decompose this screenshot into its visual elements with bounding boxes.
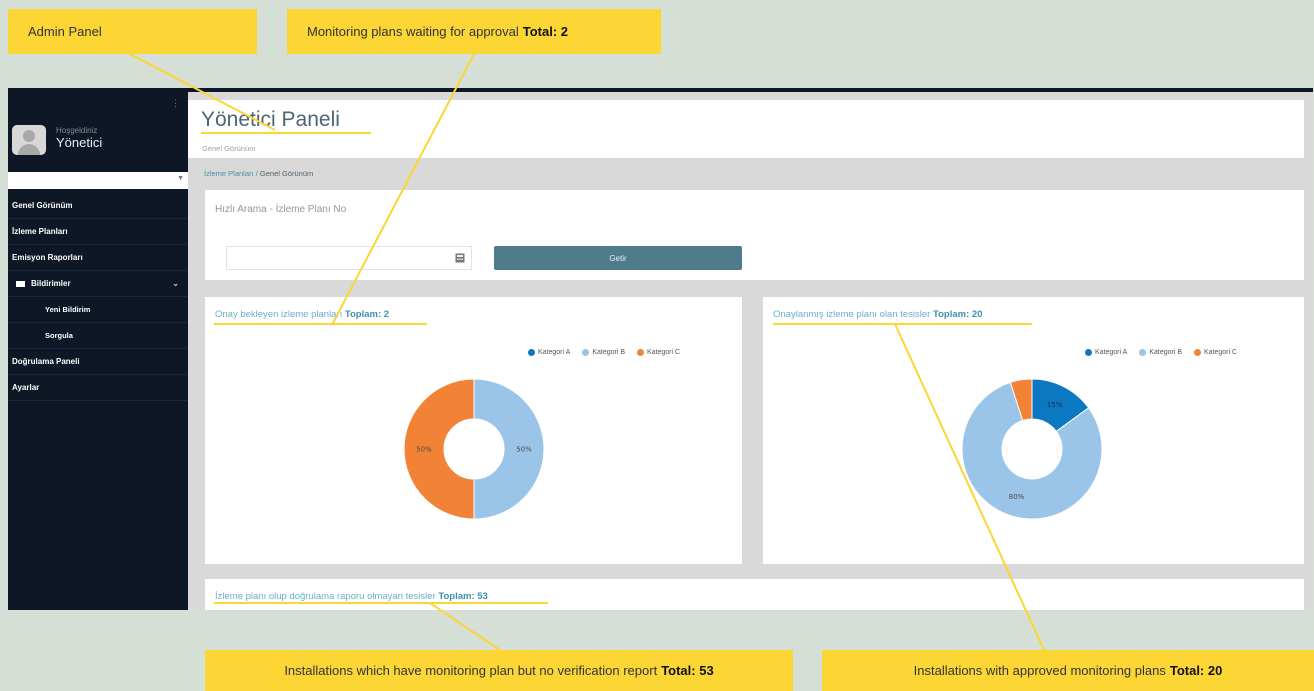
approved-plans-panel: Onaylanmış izleme planı olan tesisler To… (763, 297, 1304, 564)
no-report-title: İzleme planı olup doğrulama raporu olmay… (215, 591, 488, 602)
folder-icon (16, 280, 25, 287)
plan-number-input[interactable] (226, 246, 472, 270)
sidebar-item-emisyon-raporlari[interactable]: Emisyon Raporları (8, 245, 188, 271)
callout-no-verification-label: Installations which have monitoring plan… (284, 663, 658, 678)
user-name: Yönetici (56, 135, 103, 150)
breadcrumb-current: Genel Görünüm (259, 169, 314, 178)
callout-no-verification-total: Total: 53 (661, 663, 714, 678)
sidebar-item-sorgula[interactable]: Sorgula (8, 323, 188, 349)
sidebar-item-label: Bildirimler (31, 279, 71, 288)
pending-plans-total: Toplam: 2 (344, 309, 390, 320)
fetch-button[interactable]: Getir (494, 246, 742, 270)
sidebar-toggle-icon[interactable]: ⋮ (171, 98, 180, 109)
chart-legend: Kategori A Kategori B Kategori C (528, 349, 680, 356)
sidebar-item-bildirimler[interactable]: Bildirimler ⌄ (8, 271, 188, 297)
sidebar-item-label: Sorgula (45, 331, 73, 340)
sidebar-item-label: Genel Görünüm (12, 201, 73, 210)
legend-label: Kategori C (647, 349, 681, 356)
sidebar-item-izleme-planlari[interactable]: İzleme Planları (8, 219, 188, 245)
app-window: ⋮ Hoşgeldiniz Yönetici ▼ Genel Görünüm İ… (8, 88, 1313, 610)
approved-plans-title-text: Onaylanmış izleme planı olan tesisler (773, 309, 931, 320)
donut-label-kategori-c: 50% (416, 446, 432, 454)
page-title: Yönetici Paneli (201, 108, 340, 131)
callout-waiting-plans-label: Monitoring plans waiting for approval (307, 24, 519, 39)
sidebar-select[interactable]: ▼ (8, 172, 188, 189)
donut-slice-kategori-c[interactable] (403, 378, 475, 520)
callout-waiting-plans-total: Total: 2 (522, 24, 568, 39)
calculator-icon[interactable] (455, 253, 465, 263)
callout-waiting-plans: Monitoring plans waiting for approval To… (287, 9, 661, 54)
callout-no-verification: Installations which have monitoring plan… (205, 650, 793, 691)
main-content: Yönetici Paneli Genel Görünüm İzleme Pla… (188, 92, 1313, 610)
callout-admin-panel-label: Admin Panel (28, 24, 102, 39)
chevron-down-icon: ▼ (177, 175, 184, 182)
legend-item-c[interactable]: Kategori C (637, 349, 680, 356)
donut-label-kategori-a: 15% (1047, 401, 1063, 409)
breadcrumb-separator: / (255, 169, 258, 178)
sidebar-item-label: Emisyon Raporları (12, 253, 83, 262)
legend-label: Kategori C (1204, 349, 1238, 356)
donut-label-kategori-b: 50% (516, 446, 532, 454)
sidebar-item-genel-gorunum[interactable]: Genel Görünüm (8, 193, 188, 219)
connector-no-verification (429, 602, 501, 651)
callout-approved-plans-total: Total: 20 (1169, 663, 1223, 678)
sidebar-item-label: Yeni Bildirim (45, 305, 91, 314)
legend-item-a[interactable]: Kategori A (1085, 349, 1127, 356)
pending-plans-donut-chart: 50% 50% (403, 378, 545, 520)
legend-item-a[interactable]: Kategori A (528, 349, 570, 356)
pending-plans-panel: Onay bekleyen izleme planları Toplam: 2 … (205, 297, 742, 564)
chevron-down-icon: ⌄ (172, 279, 179, 288)
callout-admin-panel: Admin Panel (8, 9, 257, 54)
no-report-title-text: İzleme planı olup doğrulama raporu olmay… (215, 591, 436, 602)
sidebar-item-yeni-bildirim[interactable]: Yeni Bildirim (8, 297, 188, 323)
approved-plans-donut-chart: 15% 80% (961, 378, 1103, 520)
legend-item-c[interactable]: Kategori C (1194, 349, 1237, 356)
approved-plans-title: Onaylanmış izleme planı olan tesisler To… (773, 309, 982, 320)
no-report-total: Toplam: 53 (438, 591, 488, 602)
page-header: Yönetici Paneli Genel Görünüm (188, 100, 1304, 158)
donut-label-kategori-b: 80% (1009, 493, 1025, 501)
user-profile: Hoşgeldiniz Yönetici (8, 118, 188, 168)
legend-item-b[interactable]: Kategori B (582, 349, 625, 356)
page-subtitle: Genel Görünüm (202, 144, 256, 153)
sidebar-item-dogrulama-paneli[interactable]: Doğrulama Paneli (8, 349, 188, 375)
callout-approved-plans-label: Installations with approved monitoring p… (913, 663, 1166, 678)
chart-legend: Kategori A Kategori B Kategori C (1085, 349, 1237, 356)
legend-label: Kategori B (1149, 349, 1182, 356)
welcome-text: Hoşgeldiniz (56, 126, 98, 135)
donut-slice-kategori-b[interactable] (473, 378, 545, 520)
avatar (12, 125, 46, 155)
no-report-panel: İzleme planı olup doğrulama raporu olmay… (205, 579, 1304, 610)
sidebar-item-ayarlar[interactable]: Ayarlar (8, 375, 188, 401)
legend-label: Kategori A (538, 349, 571, 356)
quick-search-panel: Hızlı Arama - İzleme Planı No Getir (205, 190, 1304, 280)
approved-plans-total: Toplam: 20 (933, 309, 983, 320)
sidebar-item-label: Doğrulama Paneli (12, 357, 80, 366)
breadcrumb-link[interactable]: İzleme Planları (204, 169, 254, 178)
legend-item-b[interactable]: Kategori B (1139, 349, 1182, 356)
callout-approved-plans: Installations with approved monitoring p… (822, 650, 1314, 691)
pending-plans-title: Onay bekleyen izleme planları Toplam: 2 (215, 309, 389, 320)
sidebar-item-label: İzleme Planları (12, 227, 68, 236)
sidebar-item-label: Ayarlar (12, 383, 40, 392)
legend-label: Kategori B (592, 349, 625, 356)
breadcrumb: İzleme Planları / Genel Görünüm (204, 169, 313, 178)
sidebar: ⋮ Hoşgeldiniz Yönetici ▼ Genel Görünüm İ… (8, 92, 188, 610)
legend-label: Kategori A (1095, 349, 1128, 356)
quick-search-title: Hızlı Arama - İzleme Planı No (215, 204, 347, 215)
sidebar-menu: Genel Görünüm İzleme Planları Emisyon Ra… (8, 193, 188, 401)
pending-plans-title-text: Onay bekleyen izleme planları (215, 309, 343, 320)
